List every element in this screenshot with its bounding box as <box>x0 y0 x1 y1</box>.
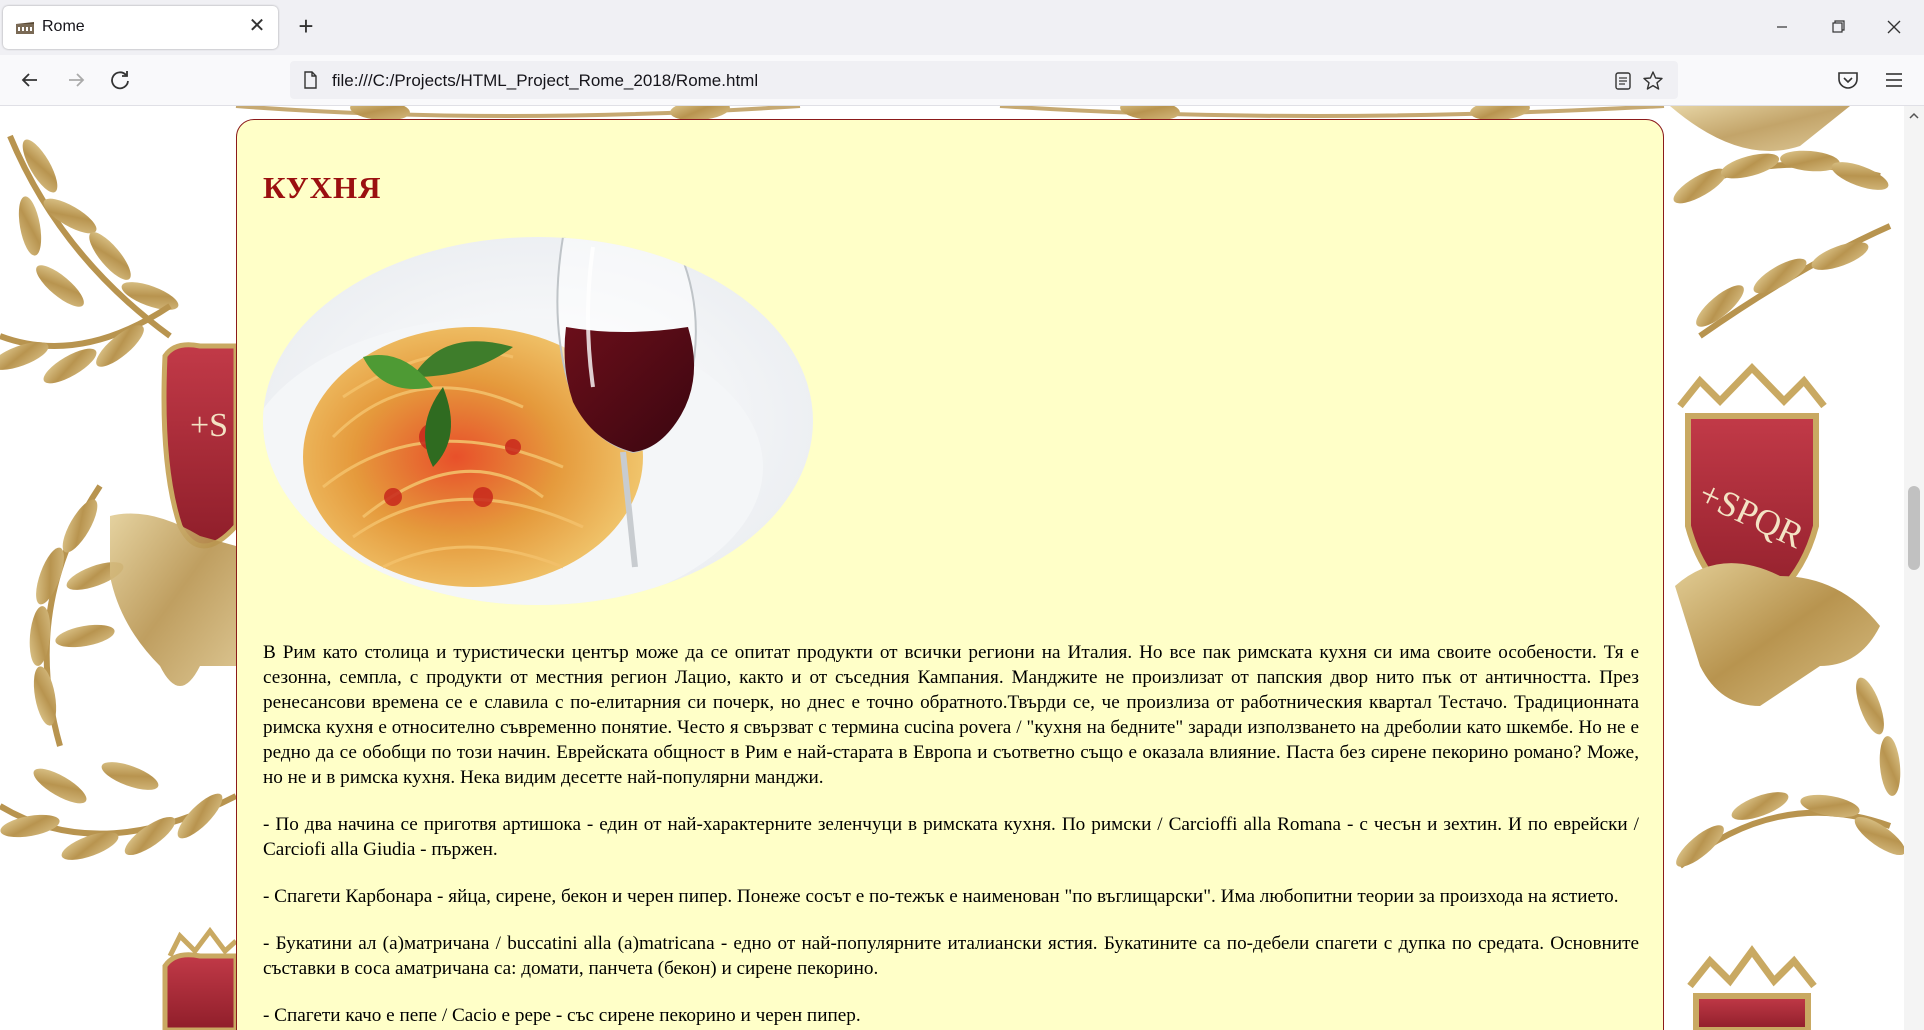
spaghetti-and-wine-image <box>263 237 813 605</box>
page-viewport: +S +SPQR КУХНЯ В Рим като столица и тури… <box>0 106 1904 1030</box>
active-tab[interactable]: Rome ✕ <box>3 6 278 49</box>
paragraph-carbonara: - Спагети Карбонара - яйца, сирене, беко… <box>263 886 1619 907</box>
reader-view-icon[interactable] <box>1612 70 1634 92</box>
url-text[interactable]: file:///C:/Projects/HTML_Project_Rome_20… <box>332 71 758 91</box>
svg-text:+S: +S <box>190 407 228 444</box>
tab-title: Rome <box>42 18 85 35</box>
page-icon <box>304 71 317 89</box>
url-bar[interactable]: file:///C:/Projects/HTML_Project_Rome_20… <box>290 61 1678 99</box>
minimize-icon[interactable] <box>1764 12 1800 42</box>
paragraph-intro: В Рим като столица и туристически център… <box>263 642 1639 788</box>
scroll-up-arrow-icon[interactable] <box>1908 110 1920 122</box>
colosseum-icon <box>16 22 34 34</box>
forward-arrow-icon[interactable] <box>62 66 90 94</box>
vertical-scrollbar[interactable] <box>1904 106 1924 1030</box>
page-heading: КУХНЯ <box>263 170 382 205</box>
scrollbar-thumb[interactable] <box>1908 486 1920 570</box>
close-window-icon[interactable] <box>1876 12 1912 42</box>
close-icon[interactable]: ✕ <box>246 15 268 37</box>
paragraph-artichokes: - По два начина се приготвя артишока - е… <box>263 814 1639 860</box>
pocket-icon[interactable] <box>1834 66 1862 94</box>
paragraph-cacio-e-pepe: - Спагети качо е пепе / Cacio e pepe - с… <box>263 1005 861 1026</box>
back-arrow-icon[interactable] <box>16 66 44 94</box>
article-text: В Рим като столица и туристически център… <box>263 640 1639 1030</box>
tab-bar: Rome ✕ + <box>0 0 1924 55</box>
content-panel: КУХНЯ В Рим като столица и туристически … <box>236 119 1664 1030</box>
reload-icon[interactable] <box>106 66 134 94</box>
paragraph-amatriciana: - Букатини ал (а)матричана / buccatini a… <box>263 933 1639 979</box>
hamburger-menu-icon[interactable] <box>1880 66 1908 94</box>
navigation-toolbar: file:///C:/Projects/HTML_Project_Rome_20… <box>0 55 1924 106</box>
restore-icon[interactable] <box>1820 12 1856 42</box>
plus-icon[interactable]: + <box>292 13 320 41</box>
star-icon[interactable] <box>1642 70 1664 92</box>
